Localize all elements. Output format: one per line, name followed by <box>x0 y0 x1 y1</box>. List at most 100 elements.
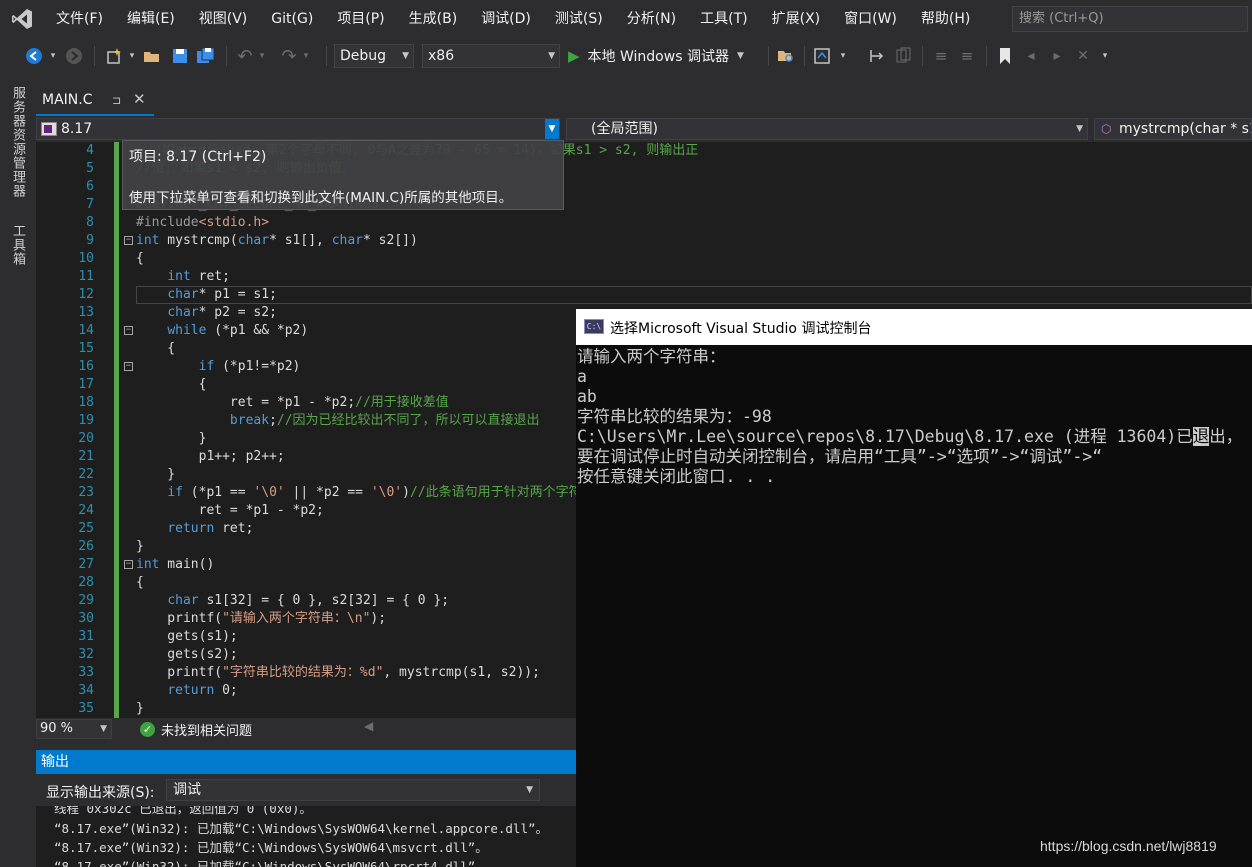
collapse-icon[interactable]: − <box>124 236 133 245</box>
find-in-files-icon[interactable] <box>774 44 798 68</box>
solution-platform-select[interactable]: x86 ▼ <box>422 44 560 68</box>
chevron-down-icon: ▼ <box>736 51 744 61</box>
project-icon <box>41 122 57 136</box>
zoom-select[interactable]: 90 % ▼ <box>36 719 112 739</box>
configuration-value: Debug <box>340 48 387 64</box>
search-input[interactable]: 搜索 (Ctrl+Q) <box>1012 6 1248 32</box>
menu-file[interactable]: 文件(F) <box>44 0 115 38</box>
scroll-left-icon[interactable]: ◀ <box>364 719 373 733</box>
scope-value: (全局范围) <box>591 121 658 137</box>
member-value: mystrcmp(char * s1 <box>1119 121 1252 137</box>
menu-help[interactable]: 帮助(H) <box>909 0 982 38</box>
open-folder-icon[interactable] <box>140 44 164 68</box>
issues-indicator[interactable]: ✓ 未找到相关问题 <box>140 720 252 739</box>
method-icon: ⬡ <box>1101 122 1112 136</box>
menu-build[interactable]: 生成(B) <box>397 0 470 38</box>
project-select[interactable]: 8.17 ▼ <box>36 118 560 140</box>
output-source-label: 显示输出来源(S): <box>46 785 155 801</box>
check-circle-icon: ✓ <box>140 722 155 737</box>
menu-debug[interactable]: 调试(D) <box>469 0 543 38</box>
console-line: ab <box>577 387 597 406</box>
back-dropdown-icon[interactable]: ▾ <box>46 44 60 68</box>
menu-git[interactable]: Git(G) <box>259 0 325 38</box>
chevron-down-icon: ▼ <box>526 785 533 795</box>
output-source-select[interactable]: 调试 ▼ <box>166 779 540 801</box>
start-debugging-label: 本地 Windows 调试器 <box>587 49 729 65</box>
tab-label: MAIN.C <box>42 92 93 108</box>
debug-console-window[interactable]: C:\ 选择Microsoft Visual Studio 调试控制台 请输入两… <box>576 309 1252 867</box>
navigate-forward-icon[interactable] <box>62 44 86 68</box>
output-line: 线程 0x302c 已退出，返回值为 0 (0x0)。 <box>54 806 312 816</box>
collapse-icon[interactable]: − <box>124 560 133 569</box>
chevron-down-icon: ▼ <box>100 724 107 734</box>
collapse-icon[interactable]: − <box>124 326 133 335</box>
menu-edit[interactable]: 编辑(E) <box>115 0 187 38</box>
menu-bar: 文件(F) 编辑(E) 视图(V) Git(G) 项目(P) 生成(B) 调试(… <box>0 0 1252 38</box>
comment-out-icon[interactable]: ≡ <box>930 44 952 68</box>
console-title-bar[interactable]: C:\ 选择Microsoft Visual Studio 调试控制台 <box>576 309 1252 345</box>
menu-window[interactable]: 窗口(W) <box>832 0 909 38</box>
editor-status-bar: 90 % ▼ ✓ 未找到相关问题 ◀ <box>36 718 576 740</box>
save-icon[interactable] <box>168 44 192 68</box>
navigation-bar: 8.17 ▼ (全局范围) ▼ ⬡ mystrcmp(char * s1 <box>36 116 1252 142</box>
start-debugging-button[interactable]: ▶ 本地 Windows 调试器 ▼ <box>568 44 764 68</box>
scope-select[interactable]: (全局范围) ▼ <box>566 118 1088 140</box>
redo-icon[interactable]: ↷ <box>278 44 300 68</box>
console-output[interactable]: 请输入两个字符串： a ab 字符串比较的结果为：-98 C:\Users\Mr… <box>576 345 1252 867</box>
menu-tools[interactable]: 工具(T) <box>688 0 759 38</box>
menu-view[interactable]: 视图(V) <box>187 0 260 38</box>
menu-test[interactable]: 测试(S) <box>543 0 615 38</box>
navigate-back-icon[interactable] <box>22 44 46 68</box>
console-app-icon: C:\ <box>584 319 604 334</box>
tooltip-title: 项目: 8.17 (Ctrl+F2) <box>129 149 267 165</box>
console-line-exit: C:\Users\Mr.Lee\source\repos\8.17\Debug\… <box>577 427 1243 446</box>
code-line: 10{ <box>78 251 144 266</box>
server-explorer-tab[interactable]: 服务器资源管理器 <box>8 86 27 198</box>
close-icon[interactable]: ✕ <box>133 90 146 108</box>
solution-configuration-select[interactable]: Debug ▼ <box>334 44 414 68</box>
tab-main-c[interactable]: MAIN.C ⊐ ✕ <box>36 88 154 116</box>
solution-explorer-icon[interactable] <box>810 44 834 68</box>
side-tool-tabs: 服务器资源管理器 工具箱 <box>0 74 36 867</box>
chevron-down-icon: ▼ <box>545 119 559 139</box>
toolbox-tab[interactable]: 工具箱 <box>8 224 27 266</box>
show-threads-icon[interactable] <box>892 44 914 68</box>
issues-text: 未找到相关问题 <box>161 724 253 739</box>
project-tooltip: 项目: 8.17 (Ctrl+F2) 使用下拉菜单可查看和切换到此文件(MAIN… <box>122 140 564 210</box>
menu-extensions[interactable]: 扩展(X) <box>760 0 833 38</box>
save-all-icon[interactable] <box>194 44 218 68</box>
console-line: 请输入两个字符串： <box>577 347 726 366</box>
output-panel-title[interactable]: 输出 <box>36 750 576 774</box>
new-project-icon[interactable] <box>102 44 126 68</box>
toolbar-overflow-icon[interactable]: ▾ <box>836 44 850 68</box>
undo-dropdown-icon[interactable]: ▾ <box>256 44 268 68</box>
play-icon: ▶ <box>568 47 580 65</box>
pin-icon[interactable]: ⊐ <box>112 94 121 107</box>
bookmark-icon[interactable] <box>994 44 1016 68</box>
standard-toolbar: ▾ ▾ ↶ ▾ ↷ ▾ Debug ▼ x86 ▼ ▶ 本地 Windows 调… <box>0 38 1252 74</box>
chevron-down-icon: ▼ <box>548 51 555 61</box>
collapse-icon[interactable]: − <box>124 362 133 371</box>
output-toolbar: 显示输出来源(S): 调试 ▼ <box>36 774 576 806</box>
code-line: 8 #include<stdio.h> <box>86 215 270 230</box>
toolbar-overflow-icon[interactable]: ▾ <box>1098 44 1112 68</box>
new-dropdown-icon[interactable]: ▾ <box>126 44 138 68</box>
undo-icon[interactable]: ↶ <box>234 44 256 68</box>
redo-dropdown-icon[interactable]: ▾ <box>300 44 312 68</box>
previous-bookmark-icon[interactable]: ◂ <box>1020 44 1042 68</box>
console-line: 要在调试停止时自动关闭控制台，请启用“工具”->“选项”->“调试”->“ <box>577 447 1103 466</box>
code-line: 11 int ret; <box>78 269 230 284</box>
menu-analyze[interactable]: 分析(N) <box>615 0 688 38</box>
next-bookmark-icon[interactable]: ▸ <box>1046 44 1068 68</box>
output-text[interactable]: 线程 0x302c 已退出，返回值为 0 (0x0)。 “8.17.exe”(W… <box>36 806 576 867</box>
code-line: 12 char* p1 = s1; <box>78 287 277 302</box>
menu-project[interactable]: 项目(P) <box>325 0 396 38</box>
member-select[interactable]: ⬡ mystrcmp(char * s1 <box>1094 118 1252 140</box>
output-source-value: 调试 <box>173 782 201 798</box>
output-line: “8.17.exe”(Win32): 已加载“C:\Windows\SysWOW… <box>54 840 488 855</box>
uncomment-icon[interactable]: ≡ <box>956 44 978 68</box>
platform-value: x86 <box>428 48 455 64</box>
chevron-down-icon: ▼ <box>1076 124 1083 134</box>
step-into-icon[interactable] <box>866 44 888 68</box>
clear-bookmarks-icon[interactable]: ✕ <box>1072 44 1094 68</box>
